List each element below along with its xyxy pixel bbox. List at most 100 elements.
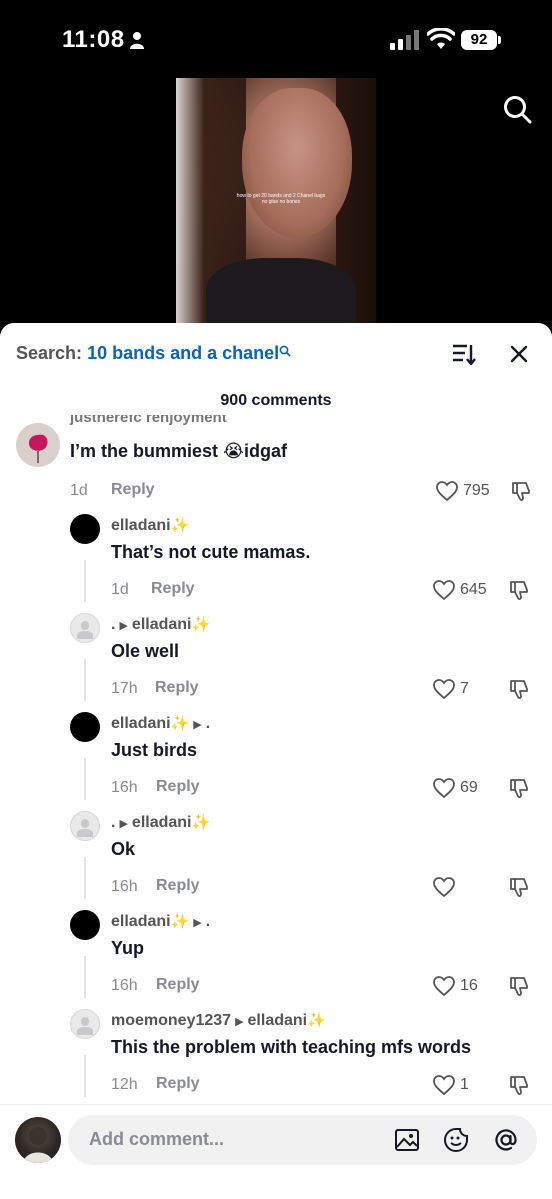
sparkle-icon: ✨	[170, 517, 190, 534]
reply-button[interactable]: Reply	[111, 481, 155, 499]
reply-text: That’s not cute mamas.	[111, 542, 311, 562]
comment-input-bar: Add comment...	[0, 1104, 552, 1199]
username-text: elladani	[111, 715, 171, 732]
reply-button[interactable]: Reply	[156, 877, 200, 895]
person-icon	[130, 32, 144, 49]
my-avatar[interactable]	[15, 1117, 61, 1163]
reply-to-username[interactable]: elladani	[132, 814, 192, 831]
reply-username[interactable]: elladani✨ ▶.	[111, 714, 210, 733]
thread-line	[84, 956, 86, 998]
reply-text: Ole well	[111, 641, 180, 661]
reply-to-username[interactable]: elladani	[248, 1012, 308, 1029]
like-button[interactable]: 645	[432, 578, 492, 602]
rose-icon	[28, 434, 48, 463]
sparkle-icon: ✨	[191, 616, 211, 633]
reply-time: 17h	[111, 680, 138, 697]
image-icon[interactable]	[394, 1127, 420, 1153]
reply-arrow-icon: ▶	[193, 917, 202, 929]
dislike-icon[interactable]	[508, 776, 532, 800]
reply-to-username[interactable]: .	[206, 715, 210, 732]
avatar-photo-icon	[23, 1127, 53, 1163]
avatar[interactable]	[16, 423, 60, 467]
like-button[interactable]: 7	[432, 677, 492, 701]
wifi-icon	[427, 28, 455, 49]
comment-time: 1d	[70, 482, 88, 499]
dislike-icon[interactable]	[508, 1073, 532, 1097]
like-button[interactable]: 795	[435, 479, 495, 503]
reply-username[interactable]: elladani✨	[111, 516, 189, 535]
emoji-icon[interactable]	[443, 1127, 469, 1153]
video-thumbnail[interactable]: how to get 20 bands and 2 Chanel bags no…	[176, 78, 376, 328]
like-button[interactable]: 16	[432, 974, 492, 998]
avatar[interactable]	[70, 811, 100, 841]
reply-username[interactable]: . ▶ elladani✨	[111, 615, 210, 634]
dislike-icon[interactable]	[508, 875, 532, 899]
thread-line	[84, 758, 86, 800]
reply-username[interactable]: . ▶ elladani✨	[111, 813, 210, 832]
add-comment-placeholder: Add comment...	[89, 1129, 225, 1149]
search-icon[interactable]	[502, 94, 532, 124]
sparkle-icon: ✨	[170, 715, 190, 732]
like-count: 1	[460, 1076, 469, 1093]
like-count: 16	[460, 977, 478, 994]
heart-icon	[433, 1075, 455, 1096]
heart-icon	[436, 481, 458, 502]
reply-username[interactable]: moemoney1237 ▶ elladani✨	[111, 1011, 326, 1030]
comment-count: 900 comments	[220, 392, 332, 409]
username-text: elladani	[111, 517, 171, 534]
sparkle-icon: ✨	[170, 913, 190, 930]
reply-to-username[interactable]: .	[206, 913, 210, 930]
username-text: elladani	[111, 913, 171, 930]
heart-icon	[433, 679, 455, 700]
reply-button[interactable]: Reply	[156, 1075, 200, 1093]
search-query-link[interactable]: 10 bands and a chanel	[87, 343, 279, 363]
reply-text: Just birds	[111, 740, 198, 760]
heart-icon	[433, 877, 455, 898]
reply-to-username[interactable]: elladani	[132, 616, 192, 633]
username-text: .	[111, 616, 116, 633]
like-count: 7	[460, 680, 469, 697]
like-button[interactable]: 1	[432, 1073, 492, 1097]
sparkle-icon: ✨	[307, 1012, 326, 1029]
username-text: moemoney1237	[111, 1012, 232, 1029]
reply-button[interactable]: Reply	[155, 679, 199, 697]
comments-sheet: Search: 10 bands and a chanel 900 commen…	[0, 323, 552, 1199]
dislike-icon[interactable]	[510, 479, 534, 503]
video-player[interactable]: how to get 20 bands and 2 Chanel bags no…	[0, 78, 552, 328]
avatar[interactable]	[70, 514, 100, 544]
thread-line	[84, 857, 86, 899]
avatar[interactable]	[70, 613, 100, 643]
dislike-icon[interactable]	[508, 677, 532, 701]
reply-username[interactable]: elladani✨ ▶.	[111, 912, 210, 931]
like-count: 645	[460, 581, 487, 598]
reply-button[interactable]: Reply	[151, 580, 195, 598]
comment-list[interactable]: justherefc renjoyment I’m the bummiest 😭…	[0, 415, 552, 1105]
username-text: .	[111, 814, 116, 831]
mention-icon[interactable]	[493, 1127, 519, 1153]
thread-line	[84, 560, 86, 602]
reply-time: 12h	[111, 1076, 138, 1093]
search-icon	[279, 345, 291, 357]
status-time: 11:08	[62, 26, 125, 53]
avatar[interactable]	[70, 712, 100, 742]
like-button[interactable]	[432, 875, 492, 899]
reply-button[interactable]: Reply	[156, 976, 200, 994]
avatar[interactable]	[70, 910, 100, 940]
reply-button[interactable]: Reply	[156, 778, 200, 796]
avatar[interactable]	[70, 1009, 100, 1039]
comment-username[interactable]: justherefc renjoyment	[70, 415, 227, 426]
thread-line	[84, 659, 86, 701]
dislike-icon[interactable]	[508, 578, 532, 602]
like-count: 795	[463, 482, 490, 499]
heart-icon	[433, 778, 455, 799]
reply-time: 16h	[111, 977, 138, 994]
sparkle-icon: ✨	[191, 814, 211, 831]
reply-text: Ok	[111, 839, 136, 859]
reply-text: This the problem with teaching mfs words	[111, 1037, 472, 1057]
dislike-icon[interactable]	[508, 974, 532, 998]
like-button[interactable]: 69	[432, 776, 492, 800]
sort-icon[interactable]	[452, 343, 476, 365]
close-icon[interactable]	[509, 344, 529, 364]
reply-arrow-icon: ▶	[119, 620, 128, 632]
battery-indicator: 92	[461, 30, 501, 50]
